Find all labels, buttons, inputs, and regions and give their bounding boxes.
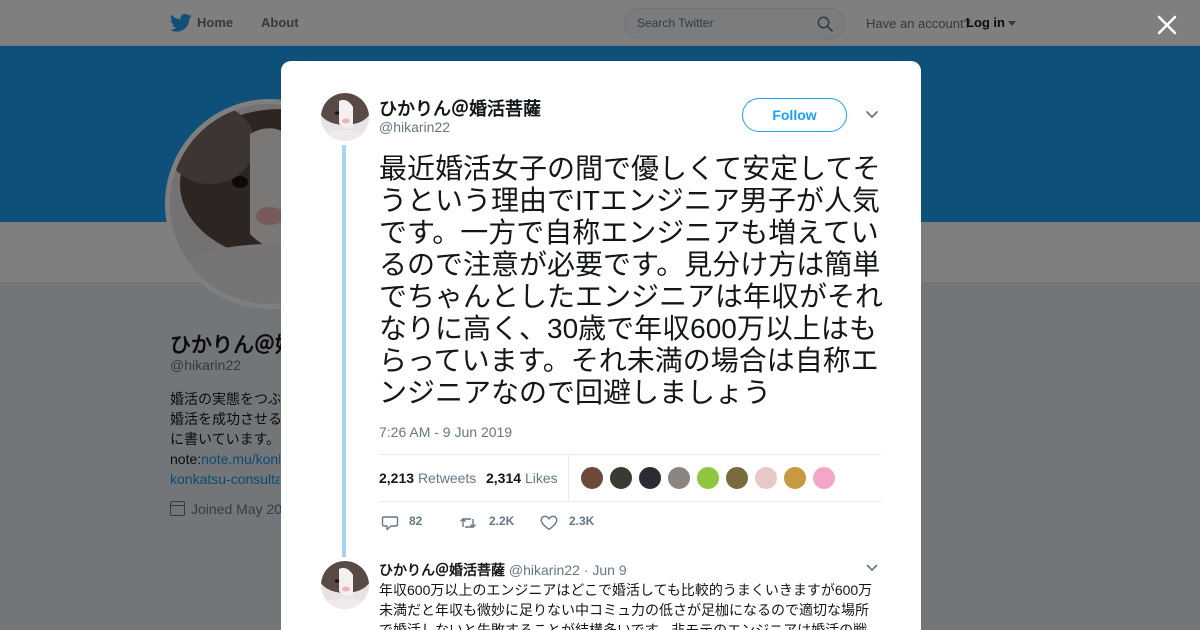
liker-avatar[interactable] bbox=[580, 466, 604, 490]
tweet-timestamp[interactable]: 7:26 AM - 9 Jun 2019 bbox=[379, 424, 512, 440]
reply-count[interactable]: 82 bbox=[409, 514, 422, 528]
liker-avatar[interactable] bbox=[609, 466, 633, 490]
reply-text: 年収600万以上のエンジニアはどこで婚活しても比較的うまくいきますが600万未満… bbox=[379, 582, 873, 630]
close-icon[interactable] bbox=[1153, 11, 1181, 39]
retweet-stat[interactable]: 2,213 Retweets bbox=[379, 470, 476, 486]
reply-author-name[interactable]: ひかりん＠婚活菩薩 bbox=[379, 562, 505, 578]
chevron-down-icon[interactable] bbox=[866, 564, 878, 572]
liker-avatar[interactable] bbox=[696, 466, 720, 490]
liker-avatar[interactable] bbox=[667, 466, 691, 490]
tweet-author-name[interactable]: ひかりん＠婚活菩薩 bbox=[379, 95, 541, 121]
liker-avatar[interactable] bbox=[638, 466, 662, 490]
like-count: 2,314 bbox=[486, 470, 522, 486]
tweet-text: 最近婚活女子の間で優しくて安定してそうという理由でITエンジニア男子が人気です。… bbox=[379, 153, 884, 408]
like-stat[interactable]: 2,314 Likes bbox=[486, 470, 558, 486]
divider bbox=[379, 501, 881, 502]
retweet-action-count[interactable]: 2.2K bbox=[489, 514, 514, 528]
rat-photo-icon bbox=[321, 561, 369, 609]
divider bbox=[568, 455, 569, 501]
liker-avatar[interactable] bbox=[812, 466, 836, 490]
retweet-icon[interactable] bbox=[459, 515, 477, 531]
chevron-down-icon[interactable] bbox=[865, 110, 879, 120]
tweet-modal: ひかりん＠婚活菩薩 @hikarin22 Follow 最近婚活女子の間で優しく… bbox=[281, 61, 921, 630]
like-label: Likes bbox=[524, 470, 558, 486]
divider bbox=[379, 454, 881, 455]
like-action-count[interactable]: 2.3K bbox=[569, 514, 594, 528]
tweet-author-handle[interactable]: @hikarin22 bbox=[379, 119, 450, 135]
retweet-label: Retweets bbox=[417, 470, 477, 486]
reply-author-handle[interactable]: @hikarin22 bbox=[509, 562, 580, 578]
reply-icon[interactable] bbox=[381, 515, 399, 531]
heart-icon[interactable] bbox=[540, 515, 558, 531]
reply-date[interactable]: · Jun 9 bbox=[584, 562, 627, 578]
liker-avatar[interactable] bbox=[725, 466, 749, 490]
tweet-avatar[interactable] bbox=[321, 93, 369, 141]
thread-connector bbox=[342, 145, 346, 557]
liker-avatar[interactable] bbox=[783, 466, 807, 490]
retweet-count: 2,213 bbox=[379, 470, 415, 486]
reply-avatar[interactable] bbox=[321, 561, 369, 609]
liker-avatar[interactable] bbox=[754, 466, 778, 490]
follow-button[interactable]: Follow bbox=[742, 98, 847, 132]
rat-photo-icon bbox=[321, 93, 369, 141]
reply-header: ひかりん＠婚活菩薩 @hikarin22 · Jun 9 bbox=[379, 560, 627, 580]
